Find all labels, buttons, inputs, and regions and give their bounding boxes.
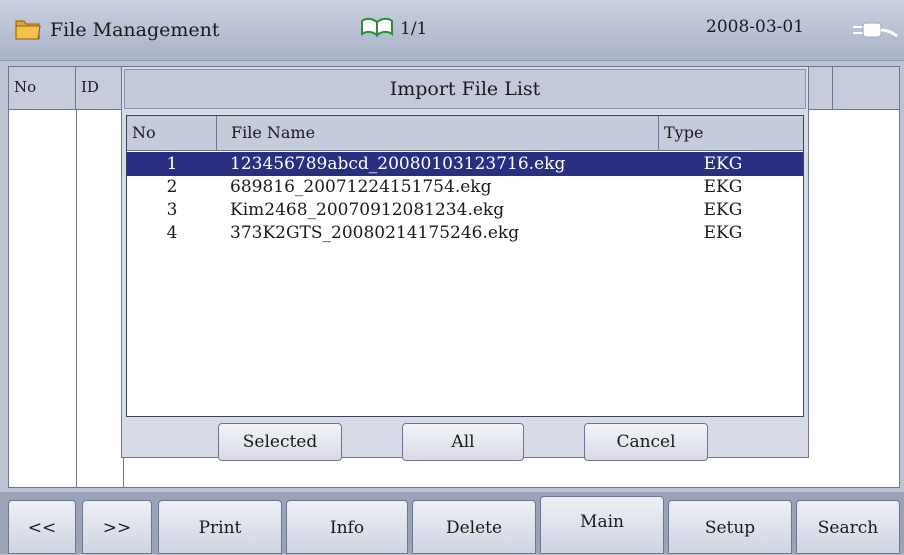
row-file-name: 123456789abcd_20080103123716.ekg <box>230 154 566 174</box>
row-type: EKG <box>703 223 743 243</box>
import-file-dialog: Import File List No File Name Type 1 123… <box>121 66 809 461</box>
setup-button[interactable]: Setup <box>668 500 792 554</box>
search-button[interactable]: Search <box>796 500 900 554</box>
print-button[interactable]: Print <box>158 500 282 554</box>
folder-icon <box>14 15 42 45</box>
selected-button[interactable]: Selected <box>218 423 342 461</box>
power-plug-icon <box>853 20 903 44</box>
list-header: No File Name Type <box>127 116 803 151</box>
cancel-button[interactable]: Cancel <box>584 423 708 461</box>
list-row[interactable]: 4 373K2GTS_20080214175246.ekg EKG <box>127 221 803 245</box>
main-button[interactable]: Main <box>540 496 664 554</box>
row-no: 4 <box>166 223 178 243</box>
info-button[interactable]: Info <box>286 500 408 554</box>
import-file-list[interactable]: No File Name Type 1 123456789abcd_200801… <box>126 115 804 417</box>
list-row[interactable]: 3 Kim2468_20070912081234.ekg EKG <box>127 198 803 222</box>
column-divider <box>76 109 77 487</box>
column-extra-1 <box>809 67 833 109</box>
row-type: EKG <box>703 177 743 197</box>
column-id: ID <box>76 67 123 109</box>
row-no: 3 <box>166 200 178 220</box>
dialog-title: Import File List <box>124 69 806 109</box>
row-file-name: 373K2GTS_20080214175246.ekg <box>230 223 520 243</box>
row-file-name: Kim2468_20070912081234.ekg <box>230 200 505 220</box>
column-no: No <box>9 67 76 109</box>
prev-page-button[interactable]: << <box>8 500 76 554</box>
list-column-type: Type <box>664 123 704 142</box>
dialog-button-strip: Selected All Cancel <box>126 417 804 461</box>
title-bar: File Management 1/1 2008-03-01 <box>0 0 904 61</box>
list-row[interactable]: 2 689816_20071224151754.ekg EKG <box>127 175 803 199</box>
list-column-file-name: File Name <box>217 116 659 150</box>
row-no: 1 <box>166 154 178 174</box>
row-no: 2 <box>166 177 178 197</box>
row-type: EKG <box>703 154 743 174</box>
list-column-no: No <box>127 116 217 150</box>
row-file-name: 689816_20071224151754.ekg <box>230 177 492 197</box>
list-row[interactable]: 1 123456789abcd_20080103123716.ekg EKG <box>127 152 803 176</box>
book-icon <box>360 16 394 42</box>
page-indicator-group: 1/1 <box>360 16 427 42</box>
title-group: File Management <box>14 15 220 45</box>
all-button[interactable]: All <box>402 423 524 461</box>
delete-button[interactable]: Delete <box>412 500 536 554</box>
app-title: File Management <box>50 19 220 41</box>
date-display: 2008-03-01 <box>706 17 805 37</box>
page-indicator: 1/1 <box>400 19 428 39</box>
bottom-toolbar: << >> Print Info Delete Main Setup Searc… <box>0 492 904 554</box>
row-type: EKG <box>703 200 743 220</box>
next-page-button[interactable]: >> <box>82 500 152 554</box>
